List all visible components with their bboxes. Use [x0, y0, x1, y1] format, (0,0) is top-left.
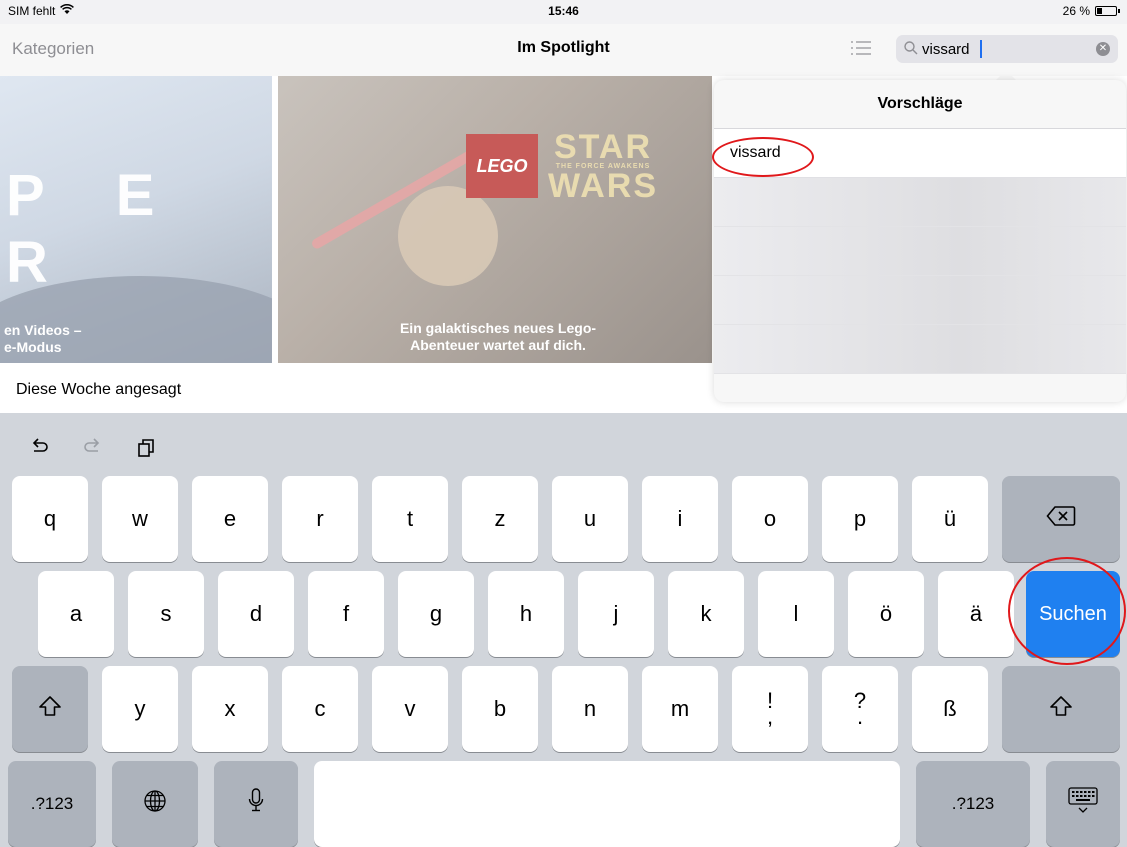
key-b[interactable]: b	[462, 666, 538, 752]
key-m[interactable]: m	[642, 666, 718, 752]
keyboard: q w e r t z u i o p ü a s d f g h j k l …	[0, 413, 1127, 847]
key-question-period[interactable]: ? .	[822, 666, 898, 752]
key-v[interactable]: v	[372, 666, 448, 752]
shift-key-right[interactable]	[1002, 666, 1120, 752]
status-bar: SIM fehlt 15:46 26 %	[0, 0, 1127, 24]
search-input[interactable]	[922, 38, 1082, 60]
key-a[interactable]: a	[38, 571, 114, 657]
suggestion-item[interactable]: vissard	[714, 129, 1126, 178]
banner-headline: P E R	[6, 163, 183, 295]
key-x[interactable]: x	[192, 666, 268, 752]
key-l[interactable]: l	[758, 571, 834, 657]
key-j[interactable]: j	[578, 571, 654, 657]
navigation-bar: Kategorien Im Spotlight ✕	[0, 24, 1127, 76]
shift-icon	[38, 695, 62, 723]
banner-caption: Ein galaktisches neues Lego- Abenteuer w…	[399, 320, 597, 353]
numbers-key-left[interactable]: .?123	[8, 761, 96, 847]
key-h[interactable]: h	[488, 571, 564, 657]
character-artwork	[398, 186, 498, 286]
popover-arrow	[996, 70, 1016, 80]
suggestion-placeholder-row	[714, 325, 1126, 374]
battery-icon	[1095, 6, 1120, 16]
shift-icon	[1049, 695, 1073, 723]
key-oe[interactable]: ö	[848, 571, 924, 657]
key-exclamation-comma[interactable]: ! ,	[732, 666, 808, 752]
suggestions-popover: Vorschläge vissard	[714, 80, 1126, 402]
key-w[interactable]: w	[102, 476, 178, 562]
section-title: Diese Woche angesagt	[16, 381, 182, 398]
suggestions-header: Vorschläge	[714, 80, 1126, 129]
numbers-key-right[interactable]: .?123	[916, 761, 1030, 847]
key-g[interactable]: g	[398, 571, 474, 657]
battery-level	[1097, 8, 1102, 14]
key-n[interactable]: n	[552, 666, 628, 752]
key-p[interactable]: p	[822, 476, 898, 562]
key-e[interactable]: e	[192, 476, 268, 562]
key-ae[interactable]: ä	[938, 571, 1014, 657]
key-y[interactable]: y	[102, 666, 178, 752]
key-t[interactable]: t	[372, 476, 448, 562]
keyboard-hide-icon	[1067, 787, 1099, 821]
banner-caption: en Videos – e-Modus	[4, 322, 82, 355]
microphone-icon	[248, 788, 264, 820]
key-r[interactable]: r	[282, 476, 358, 562]
paste-icon[interactable]	[136, 437, 156, 457]
suggestion-placeholder-row	[714, 227, 1126, 276]
search-key[interactable]: Suchen	[1026, 571, 1120, 657]
featured-banner[interactable]: P E R en Videos – e-Modus	[0, 76, 272, 363]
lego-logo: LEGO	[466, 134, 538, 198]
key-o[interactable]: o	[732, 476, 808, 562]
suggestion-placeholder-row	[714, 178, 1126, 227]
delete-icon	[1046, 505, 1076, 533]
clock: 15:46	[548, 4, 579, 18]
key-c[interactable]: c	[282, 666, 358, 752]
key-u[interactable]: u	[552, 476, 628, 562]
clear-search-icon[interactable]: ✕	[1096, 42, 1110, 56]
suggestion-placeholder-row	[714, 276, 1126, 325]
globe-icon	[143, 789, 167, 819]
keyboard-shortcut-bar	[0, 413, 1127, 473]
star-wars-logo: STAR THE FORCE AWAKENS WARS	[548, 128, 658, 205]
shift-key-left[interactable]	[12, 666, 88, 752]
key-ue[interactable]: ü	[912, 476, 988, 562]
text-cursor	[980, 40, 982, 58]
key-d[interactable]: d	[218, 571, 294, 657]
microphone-key[interactable]	[214, 761, 298, 847]
battery-percentage: 26 %	[1062, 4, 1090, 18]
search-bar[interactable]: ✕	[896, 35, 1118, 63]
globe-key[interactable]	[112, 761, 198, 847]
list-icon[interactable]	[850, 39, 872, 57]
featured-banner-lego-star-wars[interactable]: LEGO STAR THE FORCE AWAKENS WARS Ein gal…	[278, 76, 712, 363]
delete-key[interactable]	[1002, 476, 1120, 562]
key-eszett[interactable]: ß	[912, 666, 988, 752]
key-z[interactable]: z	[462, 476, 538, 562]
space-key[interactable]	[314, 761, 900, 847]
hide-keyboard-key[interactable]	[1046, 761, 1120, 847]
redo-icon[interactable]	[82, 437, 102, 457]
key-i[interactable]: i	[642, 476, 718, 562]
undo-icon[interactable]	[30, 437, 50, 457]
key-s[interactable]: s	[128, 571, 204, 657]
key-f[interactable]: f	[308, 571, 384, 657]
key-k[interactable]: k	[668, 571, 744, 657]
key-q[interactable]: q	[12, 476, 88, 562]
search-icon	[904, 41, 918, 55]
